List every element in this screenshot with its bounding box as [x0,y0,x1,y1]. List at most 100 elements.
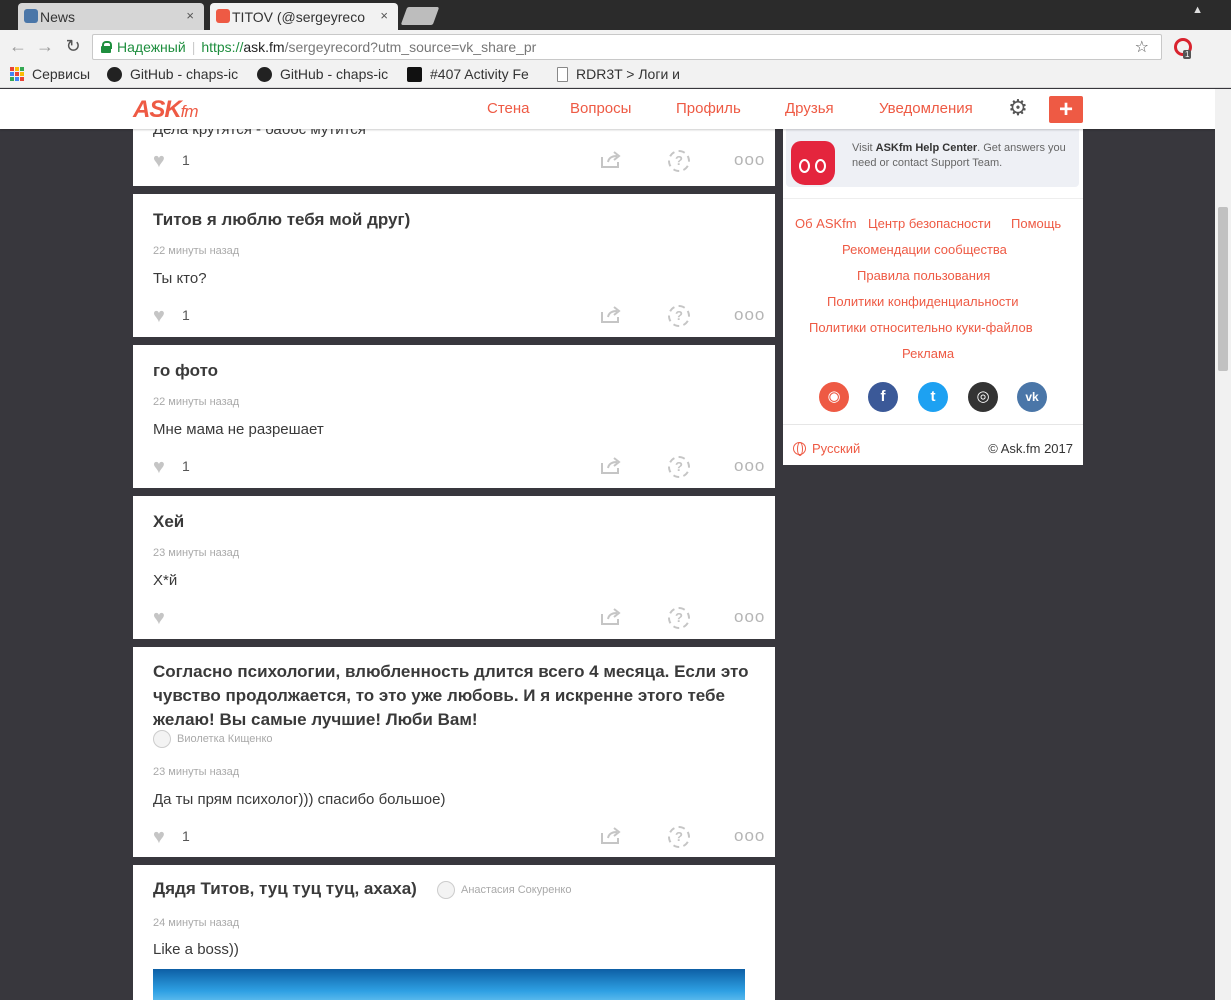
share-icon[interactable] [600,827,622,845]
separator: | [191,39,196,55]
nav-wall[interactable]: Стена [487,100,530,117]
ask-question-button[interactable]: + [1049,96,1083,123]
bookmark-star-icon[interactable]: ☆ [1135,37,1149,57]
link-safety-center[interactable]: Центр безопасности [868,216,991,231]
vk-favicon-icon [24,9,38,23]
share-icon[interactable] [600,306,622,324]
share-icon[interactable] [600,608,622,626]
r-logo-icon [407,66,422,82]
asker[interactable]: Виолетка Кищенко [153,730,273,748]
tab-close-icon[interactable]: × [186,8,194,23]
asker-name: Виолетка Кищенко [177,733,273,745]
url-protocol: https:// [201,39,244,55]
reload-icon[interactable]: ↻ [63,36,83,56]
address-bar[interactable]: Надежный | https:// ask.fm /sergeyrecord… [92,34,1162,60]
like-heart-icon[interactable]: ♥ [153,607,165,629]
forward-icon[interactable]: → [35,36,55,56]
more-options-icon[interactable]: ooo [734,150,765,170]
more-options-icon[interactable]: ooo [734,826,765,846]
bookmark-rdr3t[interactable]: RDR3T > Логи и [557,66,680,82]
like-heart-icon[interactable]: ♥ [153,456,165,478]
help-link[interactable]: ASKfm Help Center [876,142,977,154]
like-count: 1 [182,828,190,844]
scrollbar-thumb[interactable] [1218,207,1228,371]
like-heart-icon[interactable]: ♥ [153,150,165,172]
answer-text: Like a boss)) [153,941,239,958]
globe-icon [793,442,806,456]
asker-name: Анастасия Сокуренко [461,884,572,896]
link-about[interactable]: Об ASKfm [795,216,857,231]
help-center-text: Visit ASKfm Help Center. Get answers you… [852,141,1072,171]
nav-profile[interactable]: Профиль [676,100,741,117]
more-options-icon[interactable]: ooo [734,607,765,627]
like-heart-icon[interactable]: ♥ [153,826,165,848]
answer-text: Ты кто? [153,270,207,287]
like-count: 1 [182,307,190,323]
question-text: Титов я люблю тебя мой друг) [153,210,411,229]
tab-askfm[interactable]: TITOV (@sergeyreco × [210,3,398,30]
share-icon[interactable] [600,457,622,475]
footer-divider [783,424,1083,425]
nav-questions[interactable]: Вопросы [570,100,631,117]
bookmark-label: #407 Activity Fe [430,66,529,82]
help-center-banner[interactable]: Visit ASKfm Help Center. Get answers you… [786,129,1079,187]
ask-back-icon[interactable]: ? [668,826,690,848]
window-control-icon[interactable]: ▲ [1192,4,1203,16]
answer-photo[interactable] [153,969,745,1000]
bookmark-label: Сервисы [32,66,91,82]
bookmark-github-2[interactable]: GitHub - chaps-ic [257,66,388,82]
link-terms[interactable]: Правила пользования [857,268,990,283]
tab-news[interactable]: News × [18,3,204,30]
settings-gear-icon[interactable]: ⚙ [1007,97,1029,119]
page-icon [557,66,568,82]
link-privacy[interactable]: Политики конфиденциальности [827,294,1019,309]
nav-friends[interactable]: Друзья [785,100,834,117]
like-count: 1 [182,458,190,474]
language-label: Русский [812,441,861,456]
card-actions: ♥ ? ooo [133,607,775,631]
asker[interactable]: Анастасия Сокуренко [437,881,571,899]
avatar [153,730,171,748]
answer-time: 23 минуты назад [153,547,240,559]
ask-back-icon[interactable]: ? [668,607,690,629]
tab-label: News [40,8,76,25]
share-icon[interactable] [600,151,622,169]
askfm-logo[interactable]: ASKfm [133,96,199,124]
like-heart-icon[interactable]: ♥ [153,305,165,327]
askfm-social-icon[interactable]: ◉ [819,382,849,412]
bookmark-services[interactable]: Сервисы [10,66,90,82]
ask-back-icon[interactable]: ? [668,150,690,172]
vk-icon[interactable]: vk [1017,382,1047,412]
ask-back-icon[interactable]: ? [668,305,690,327]
facebook-icon[interactable]: f [868,382,898,412]
instagram-icon[interactable]: ◎ [968,382,998,412]
browser-tab-bar: News × TITOV (@sergeyreco × ▲ [0,0,1231,30]
answer-card: Согласно психологии, влюбленность длится… [133,647,775,857]
askfm-favicon-icon [216,9,230,23]
tab-close-icon[interactable]: × [380,8,388,23]
bookmark-github-1[interactable]: GitHub - chaps-ic [107,66,238,82]
copyright: © Ask.fm 2017 [988,441,1073,456]
new-tab-button[interactable] [400,7,440,25]
card-actions: ♥ 1 ? ooo [133,150,775,174]
language-selector[interactable]: Русский [793,441,860,456]
answer-card: Титов я люблю тебя мой друг) 22 минуты н… [133,194,775,337]
link-community-guidelines[interactable]: Рекомендации сообщества [842,242,1007,257]
answer-card: Дядя Титов, туц туц туц, ахаха) Анастаси… [133,865,775,1000]
link-cookies[interactable]: Политики относительно куки-файлов [809,320,1033,335]
question-text: Хей [153,512,185,531]
link-advertising[interactable]: Реклама [902,346,954,361]
more-options-icon[interactable]: ooo [734,305,765,325]
card-actions: ♥ 1 ? ooo [133,826,775,850]
link-help[interactable]: Помощь [1011,216,1061,231]
extension-badge: 1 [1183,50,1192,59]
ask-back-icon[interactable]: ? [668,456,690,478]
bookmark-activity[interactable]: #407 Activity Fe [407,66,529,82]
back-icon[interactable]: ← [8,36,28,56]
twitter-icon[interactable]: t [918,382,948,412]
more-options-icon[interactable]: ooo [734,456,765,476]
github-icon [257,66,272,82]
answer-time: 24 минуты назад [153,917,240,929]
nav-notifications[interactable]: Уведомления [879,100,973,117]
page-scrollbar[interactable] [1215,89,1231,1000]
